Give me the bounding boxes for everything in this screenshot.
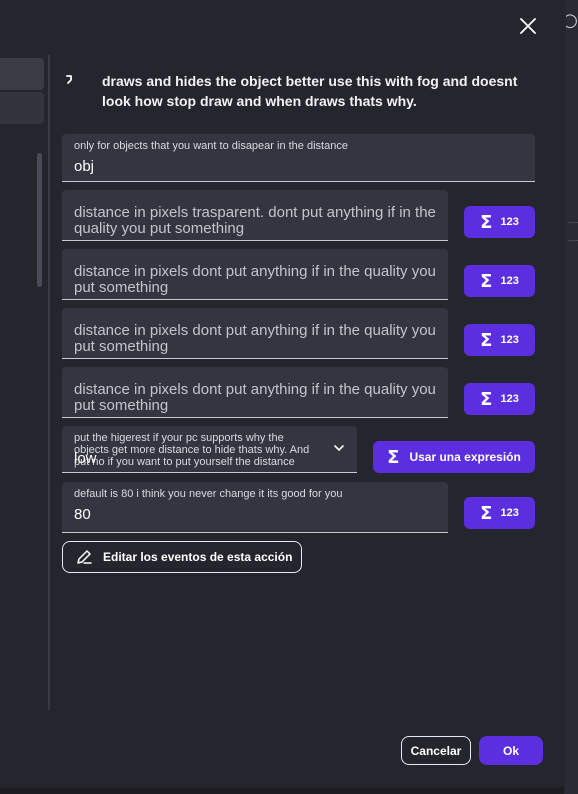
number-label: 123 — [500, 216, 519, 228]
expression-number-button[interactable]: Σ 123 — [464, 265, 535, 297]
distance-field-placeholder: distance in pixels dont put anything if … — [74, 322, 436, 355]
use-expression-button[interactable]: Σ Usar una expresión — [373, 441, 535, 473]
sigma-icon: Σ — [480, 329, 493, 351]
distance-transparent-placeholder: distance in pixels trasparent. dont put … — [74, 204, 436, 237]
close-button[interactable] — [514, 12, 542, 40]
chevron-down-icon — [334, 445, 344, 452]
background-divider — [568, 222, 578, 223]
panel-divider — [48, 55, 50, 710]
sigma-icon: Σ — [387, 446, 400, 468]
sigma-icon: Σ — [480, 270, 493, 292]
object-field[interactable]: only for objects that you want to disape… — [62, 134, 535, 182]
ok-button[interactable]: Ok — [479, 736, 543, 765]
distance-transparent-field[interactable]: distance in pixels trasparent. dont put … — [62, 190, 448, 241]
number-label: 123 — [500, 507, 519, 519]
left-panel-item[interactable] — [0, 58, 44, 90]
left-panel-item[interactable] — [0, 92, 44, 124]
distance-field-3[interactable]: distance in pixels dont put anything if … — [62, 367, 448, 418]
expression-number-button[interactable]: Σ 123 — [464, 324, 535, 356]
action-description: draws and hides the object better use th… — [102, 73, 518, 109]
distance-field-1[interactable]: distance in pixels dont put anything if … — [62, 249, 448, 300]
edit-events-button[interactable]: Editar los eventos de esta acción — [62, 541, 302, 573]
left-panel-scrollbar[interactable] — [37, 153, 42, 287]
object-field-value: obj — [74, 158, 95, 175]
number-label: 123 — [500, 275, 519, 287]
edit-events-label: Editar los eventos de esta acción — [103, 550, 293, 564]
quality-select-value: low — [74, 450, 97, 467]
close-icon — [520, 18, 536, 34]
background-divider — [568, 240, 578, 241]
left-panel — [0, 55, 48, 710]
fov-field-value: 80 — [74, 506, 91, 523]
pencil-icon — [77, 550, 92, 564]
sigma-icon: Σ — [480, 502, 493, 524]
use-expression-label: Usar una expresión — [409, 450, 521, 464]
sigma-icon: Σ — [480, 388, 493, 410]
cancel-button[interactable]: Cancelar — [401, 736, 471, 765]
fov-field[interactable]: default is 80 i think you never change i… — [62, 482, 448, 533]
fov-field-label: default is 80 i think you never change i… — [74, 488, 343, 500]
quality-select[interactable]: put the higerest if your pc supports why… — [62, 426, 357, 473]
quality-select-label: put the higerest if your pc supports why… — [74, 432, 310, 468]
distance-field-2[interactable]: distance in pixels dont put anything if … — [62, 308, 448, 359]
action-dialog: draws and hides the object better use th… — [0, 0, 566, 788]
number-label: 123 — [500, 334, 519, 346]
background-panel — [564, 0, 578, 794]
expression-number-button[interactable]: Σ 123 — [464, 383, 535, 415]
expression-number-button[interactable]: Σ 123 — [464, 206, 535, 238]
number-label: 123 — [500, 393, 519, 405]
distance-field-placeholder: distance in pixels dont put anything if … — [74, 263, 436, 296]
object-field-label: only for objects that you want to disape… — [74, 140, 348, 152]
sigma-icon: Σ — [480, 211, 493, 233]
distance-field-placeholder: distance in pixels dont put anything if … — [74, 381, 436, 414]
expression-number-button[interactable]: Σ 123 — [464, 497, 535, 529]
action-icon — [66, 75, 72, 84]
